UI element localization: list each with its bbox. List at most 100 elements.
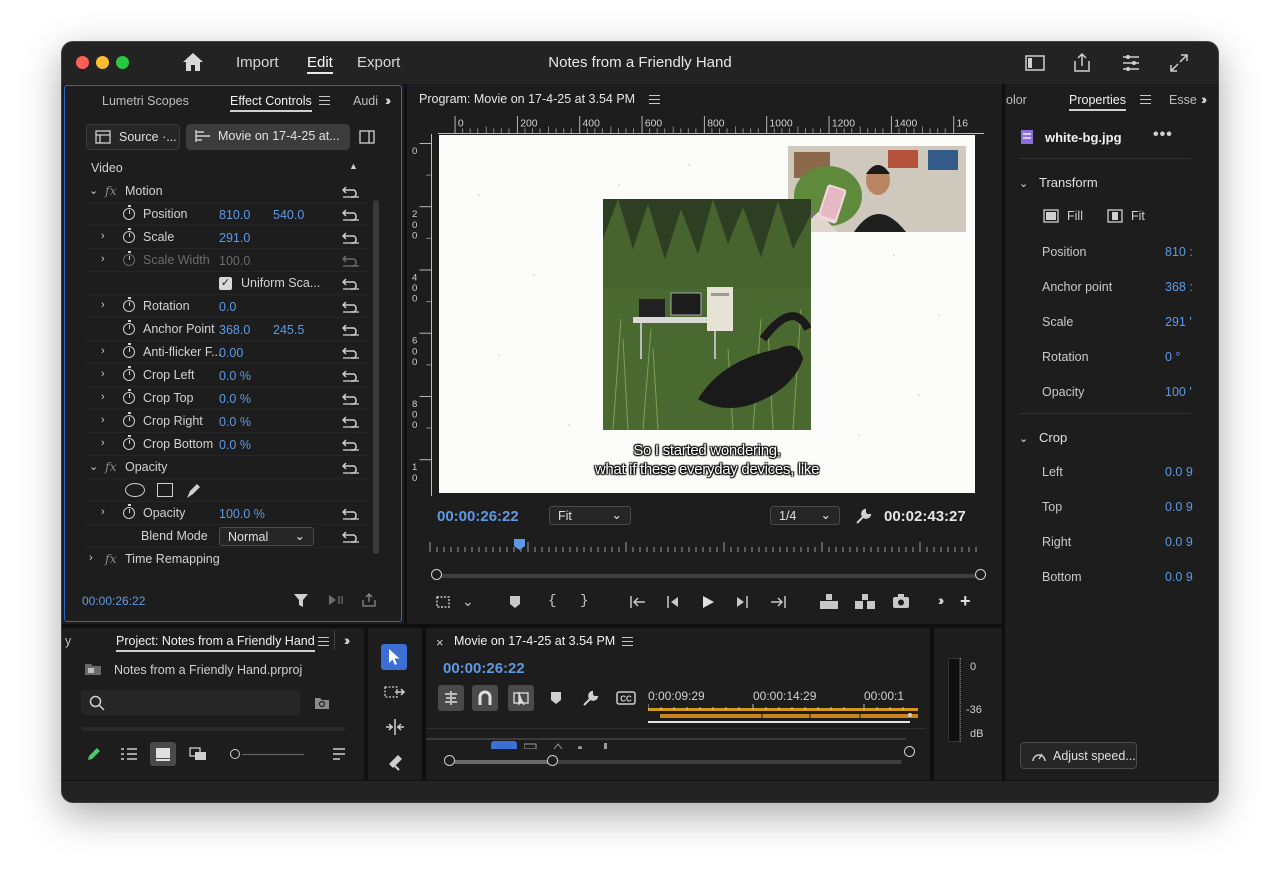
collapse-opacity-icon[interactable]: ⌄ [89,460,99,473]
step-forward-icon[interactable] [734,594,750,610]
close-window-button[interactable] [76,56,89,69]
add-marker-icon[interactable] [550,691,562,705]
tab-effect-controls[interactable]: Effect Controls [230,94,312,112]
tab-audio[interactable]: Audi [353,94,378,108]
reset-icon[interactable] [342,460,360,474]
nav-export[interactable]: Export [357,54,400,71]
expand-icon[interactable]: › [101,253,111,265]
expand-icon[interactable]: › [89,552,99,564]
nav-import[interactable]: Import [236,54,279,71]
more-options-icon[interactable]: ••• [1153,126,1173,144]
snap-button[interactable] [472,685,498,711]
source-tab[interactable]: Source ·... [86,124,180,150]
opacity-effect-row[interactable]: ⌄ fx Opacity [85,456,367,479]
more-tabs-icon[interactable]: ›› [385,92,392,108]
expand-icon[interactable]: › [101,299,111,311]
stopwatch-icon[interactable] [123,320,135,335]
sort-icon[interactable] [332,748,346,760]
rotation-value[interactable]: 0.0 [219,300,236,314]
tab-lumetri-scopes[interactable]: Lumetri Scopes [102,94,189,108]
find-bin-icon[interactable] [314,696,330,710]
tab-essential[interactable]: Esse [1169,93,1197,107]
reset-icon[interactable] [342,529,360,543]
zoom-window-button[interactable] [116,56,129,69]
freeform-view-icon[interactable] [189,747,207,761]
tab-hidden-left[interactable]: y [65,634,71,648]
go-to-out-icon[interactable] [768,594,788,610]
zoom-slider-track[interactable] [242,754,304,755]
program-menu-icon[interactable] [649,95,661,105]
tab-properties[interactable]: Properties [1069,93,1126,111]
export-frame-icon[interactable] [361,593,377,607]
reset-icon[interactable] [342,391,360,405]
adjust-speed-button[interactable]: Adjust speed... [1020,742,1137,769]
play-icon[interactable] [700,594,716,610]
icon-view-button[interactable] [150,742,176,766]
list-view-icon[interactable] [120,748,138,760]
crop-section-header[interactable]: ⌄ Crop [1019,430,1067,445]
fit-frame-icon[interactable] [1107,209,1123,223]
pen-mask-icon[interactable] [184,482,202,499]
crop-right-prop-value[interactable]: 0.0 9 [1165,535,1193,549]
prop-anchor-value[interactable]: 368 : [1165,280,1193,294]
timeline-settings-wrench-icon[interactable] [582,689,600,707]
project-search-input[interactable] [81,690,300,715]
playback-resolution-dropdown[interactable]: 1/4 ⌄ [770,506,840,525]
crop-top-value[interactable]: 0.0 % [219,392,251,406]
crop-left-prop-value[interactable]: 0.0 9 [1165,465,1193,479]
fill-frame-icon[interactable] [1043,209,1059,223]
nav-edit[interactable]: Edit [307,54,333,74]
reset-icon[interactable] [342,437,360,451]
filter-icon[interactable] [293,592,309,608]
fit-label[interactable]: Fit [1131,209,1145,223]
crop-right-value[interactable]: 0.0 % [219,415,251,429]
add-button-icon[interactable]: + [960,591,971,611]
chevron-down-icon[interactable]: ⌄ [462,593,474,609]
properties-menu-icon[interactable] [1140,95,1151,104]
stopwatch-icon[interactable] [123,366,135,381]
home-icon[interactable] [182,52,204,72]
toggle-timeline-view-icon[interactable] [359,130,375,144]
collapse-up-icon[interactable]: ▲ [349,161,358,171]
export-frame-camera-icon[interactable] [892,593,910,609]
reset-icon[interactable] [342,230,360,244]
timeline-zoom-right-handle[interactable] [547,755,558,766]
track-select-tool-icon[interactable] [384,684,406,700]
reset-icon[interactable] [342,322,360,336]
stopwatch-icon[interactable] [123,297,135,312]
wrench-settings-icon[interactable] [855,507,873,525]
more-tabs-icon[interactable]: ›› [1201,91,1208,107]
minimize-window-button[interactable] [96,56,109,69]
zoom-bar-left-handle[interactable] [431,569,442,580]
tab-project[interactable]: Project: Notes from a Friendly Hand [116,634,315,652]
reset-icon[interactable] [342,414,360,428]
stopwatch-icon[interactable] [123,504,135,519]
stopwatch-icon[interactable] [123,228,135,243]
stopwatch-icon[interactable] [123,389,135,404]
mark-out-icon[interactable]: } [580,593,588,609]
crop-left-value[interactable]: 0.0 % [219,369,251,383]
reset-icon[interactable] [342,207,360,221]
workspace-menu-icon[interactable] [1120,52,1142,74]
expand-icon[interactable]: › [101,230,111,242]
stopwatch-icon[interactable] [123,205,135,220]
reset-icon[interactable] [342,184,360,198]
timeline-ruler[interactable] [648,704,918,730]
program-time-ruler[interactable] [428,538,980,552]
anti-flicker-value[interactable]: 0.00 [219,346,243,360]
linked-selection-button[interactable] [508,685,534,711]
zoom-level-dropdown[interactable]: Fit ⌄ [549,506,631,525]
captions-icon[interactable]: CC [616,691,636,705]
reset-icon[interactable] [342,345,360,359]
expand-icon[interactable]: › [101,345,111,357]
expand-icon[interactable]: › [101,437,111,449]
zoom-slider-handle[interactable] [230,749,240,759]
ellipse-mask-icon[interactable] [125,483,145,497]
anchor-x-value[interactable]: 368.0 [219,323,250,337]
collapse-motion-icon[interactable]: ⌄ [89,184,99,197]
project-scrollbar[interactable] [81,727,345,731]
timeline-zoom-left-handle[interactable] [444,755,455,766]
fill-label[interactable]: Fill [1067,209,1083,223]
program-playhead-timecode[interactable]: 00:00:26:22 [437,508,519,525]
mark-in-icon[interactable]: { [548,593,556,609]
